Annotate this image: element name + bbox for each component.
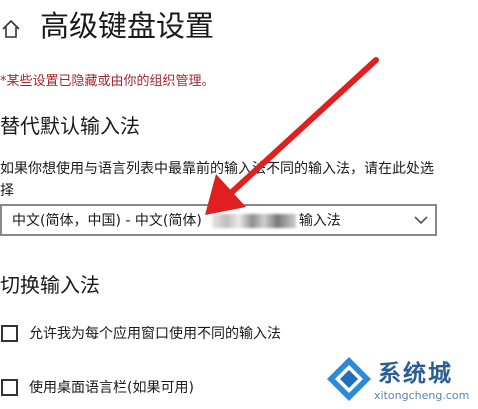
checkbox[interactable] xyxy=(1,378,18,396)
org-managed-notice: *某些设置已隐藏或由你的组织管理。 xyxy=(0,74,215,89)
watermark-logo-icon xyxy=(327,357,371,401)
watermark-url: xitongcheng.com xyxy=(374,389,470,402)
per-app-input-option[interactable]: 允许我为每个应用窗口使用不同的输入法 xyxy=(0,323,281,343)
override-description: 如果你想使用与语言列表中最靠前的输入法不同的输入法，请在此处选择 xyxy=(0,161,434,199)
switch-section-title: 切换输入法 xyxy=(0,273,100,297)
redacted-text xyxy=(211,214,296,228)
checkbox-label: 允许我为每个应用窗口使用不同的输入法 xyxy=(29,326,281,342)
override-section-title: 替代默认输入法 xyxy=(0,114,140,138)
page-title: 高级键盘设置 xyxy=(40,9,215,43)
checkbox[interactable] xyxy=(1,324,18,342)
watermark-name: 系统城 xyxy=(378,361,453,387)
dropdown-value-prefix: 中文(简体，中国) - 中文(简体) xyxy=(12,213,202,229)
desktop-language-bar-option[interactable]: 使用桌面语言栏(如果可用) xyxy=(0,377,194,397)
watermark: 系统城 xitongcheng.com xyxy=(320,356,478,409)
dropdown-value: 中文(简体，中国) - 中文(简体) 输入法 xyxy=(2,210,341,230)
home-icon[interactable] xyxy=(0,18,22,40)
input-method-dropdown[interactable]: 中文(简体，中国) - 中文(简体) 输入法 xyxy=(0,204,437,236)
checkbox-label: 使用桌面语言栏(如果可用) xyxy=(29,380,194,396)
chevron-down-icon xyxy=(414,216,428,225)
dropdown-value-suffix: 输入法 xyxy=(298,213,341,229)
